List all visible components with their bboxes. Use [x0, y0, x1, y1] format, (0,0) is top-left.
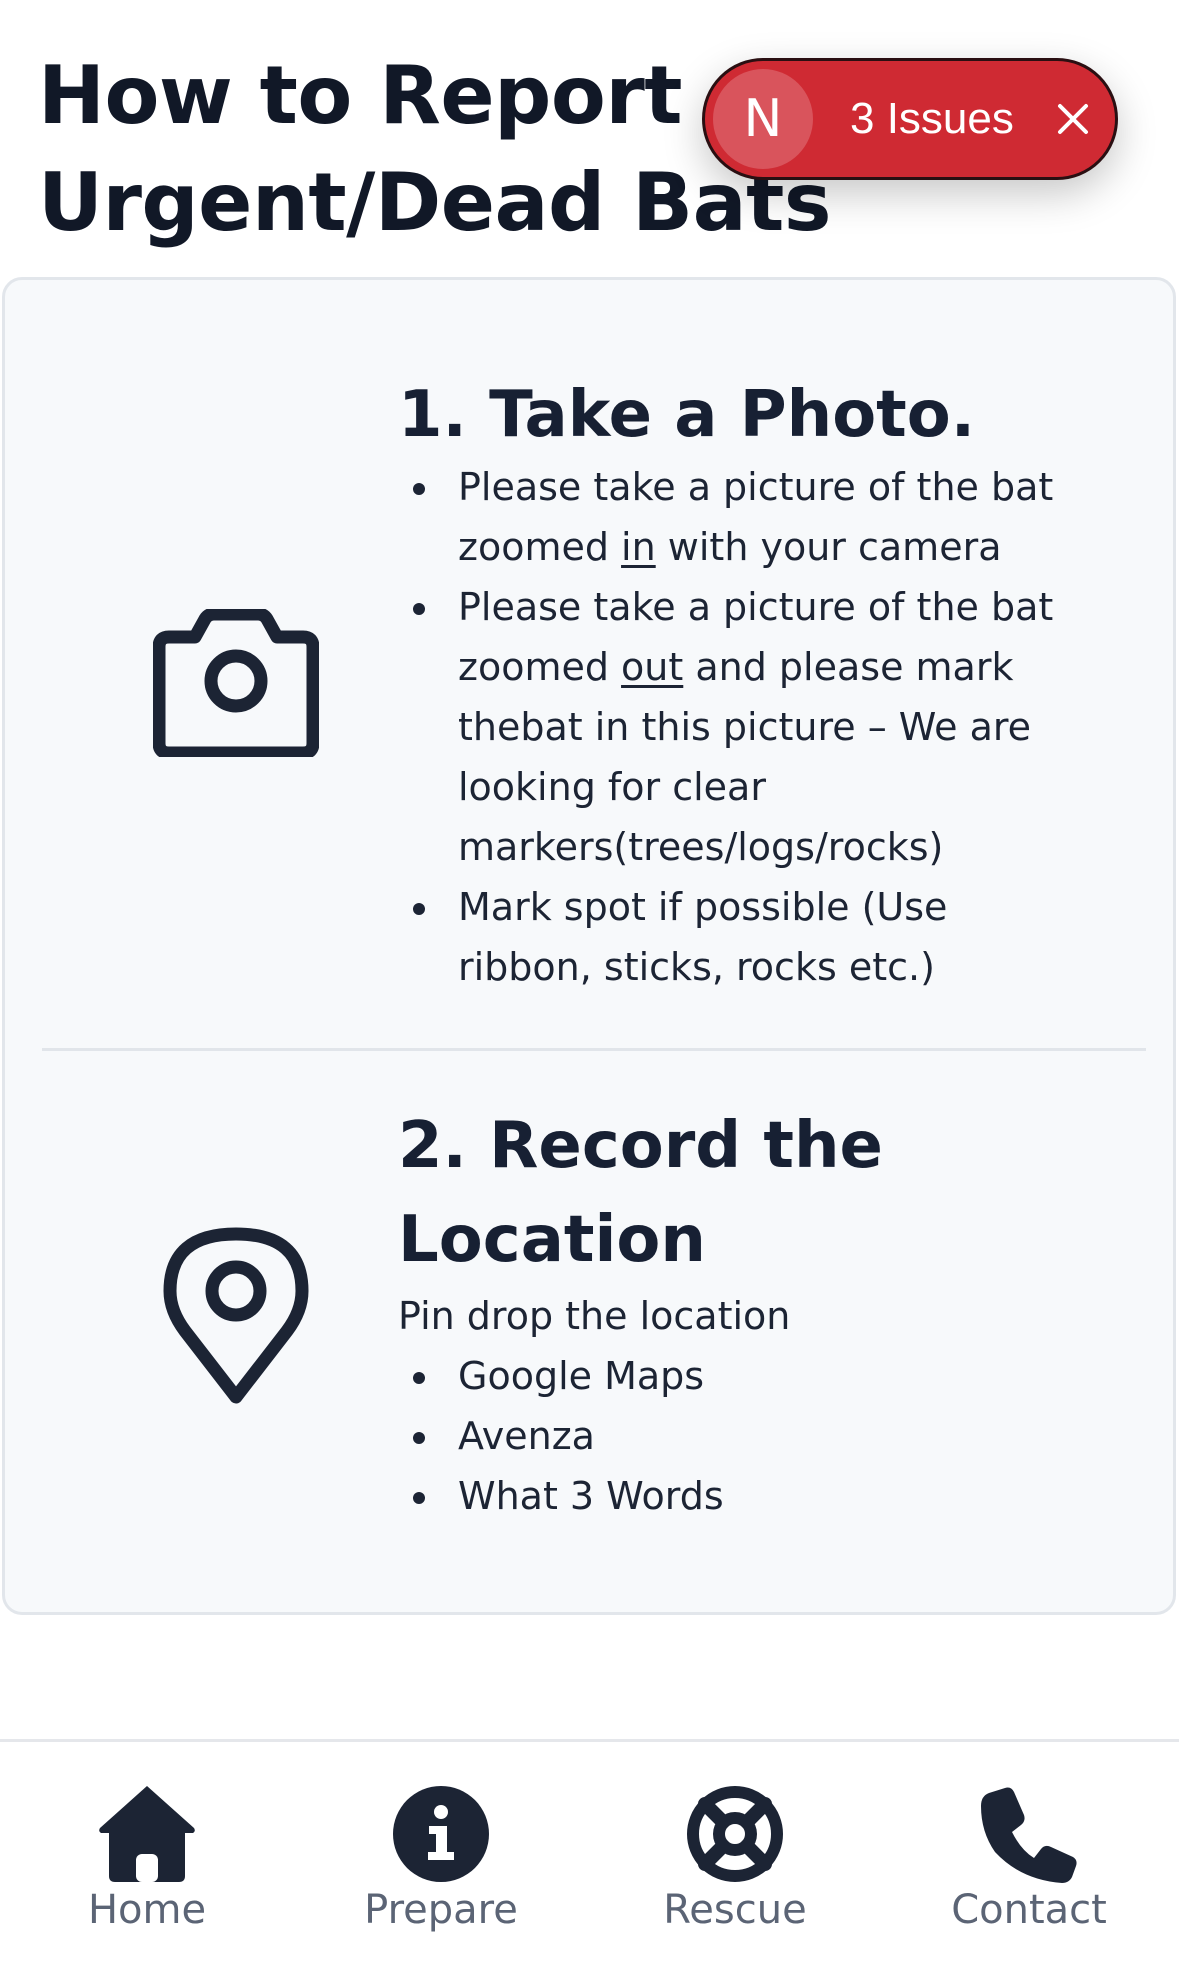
nav-item-prepare[interactable]: Prepare [294, 1742, 588, 1977]
step1-title: 1. Take a Photo. [398, 378, 976, 452]
list-item: Mark spot if possible (Use ribbon, stick… [398, 877, 1053, 997]
home-icon [97, 1784, 197, 1884]
issues-count-label: 3 Issues [850, 94, 1014, 143]
nav-label: Home [87, 1887, 207, 1933]
list-item: What 3 Words [398, 1466, 724, 1526]
info-icon [391, 1784, 491, 1884]
emphasis-text: in [621, 525, 656, 569]
step2-bullet-list: Google Maps Avenza What 3 Words [398, 1346, 724, 1526]
bullet-text: ribbon, sticks, rocks etc.) [458, 945, 935, 989]
bullet-text: and please mark [683, 645, 1014, 689]
bullet-text: with your camera [655, 525, 1002, 569]
list-item: Google Maps [398, 1346, 724, 1406]
step2-intro: Pin drop the location [398, 1294, 791, 1338]
step2-title-line1: 2. Record the [398, 1109, 883, 1183]
nav-item-rescue[interactable]: Rescue [588, 1742, 882, 1977]
list-item: Please take a picture of the bat zoomed … [398, 577, 1053, 877]
bullet-text: zoomed [458, 645, 622, 689]
nav-label: Prepare [364, 1887, 518, 1933]
bullet-text: Please take a picture of the bat [458, 585, 1054, 629]
phone-icon [979, 1784, 1079, 1884]
camera-icon [152, 607, 320, 761]
nav-label: Contact [951, 1887, 1107, 1933]
nav-label: Rescue [663, 1887, 807, 1933]
page-title-line1: How to Report [38, 49, 683, 142]
list-item: Avenza [398, 1406, 724, 1466]
bullet-text: Please take a picture of the bat [458, 465, 1054, 509]
bullet-text: Mark spot if possible (Use [458, 885, 948, 929]
step1-bullet-list: Please take a picture of the bat zoomed … [398, 457, 1053, 997]
n-logo-icon: N [713, 69, 813, 169]
bottom-nav: Home Prepare Rescue Contact [0, 1739, 1179, 1977]
bullet-text: looking for clear [458, 765, 766, 809]
step2-title: 2. Record the Location [398, 1099, 883, 1287]
lifebuoy-icon [685, 1784, 785, 1884]
nav-item-contact[interactable]: Contact [882, 1742, 1176, 1977]
step2-title-line2: Location [398, 1203, 706, 1277]
map-pin-icon [163, 1227, 309, 1411]
bullet-text: zoomed [458, 525, 622, 569]
bullet-text: markers(trees/logs/rocks) [458, 825, 944, 869]
nav-item-home[interactable]: Home [0, 1742, 294, 1977]
page-title-line2: Urgent/Dead Bats [38, 156, 831, 249]
issues-badge-button[interactable]: N 3 Issues [702, 58, 1118, 180]
emphasis-text: out [621, 645, 684, 689]
list-item: Please take a picture of the bat zoomed … [398, 457, 1053, 577]
page: How to Report Urgent/Dead Bats N 3 Issue… [0, 0, 1179, 1977]
bullet-text: thebat in this picture – We are [458, 705, 1032, 749]
divider [42, 1048, 1146, 1051]
steps-card: 1. Take a Photo. Please take a picture o… [2, 277, 1176, 1615]
close-icon[interactable] [1045, 91, 1101, 147]
